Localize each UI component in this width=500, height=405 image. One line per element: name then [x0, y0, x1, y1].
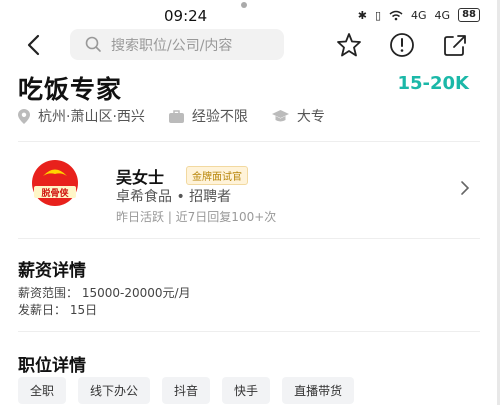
status-bar: 09:24 ✱ ▯ 4G 4G 88 [0, 0, 500, 30]
battery-icon: 88 [458, 8, 480, 22]
avatar-text: 脱骨侠 [41, 187, 69, 199]
share-icon[interactable] [441, 31, 469, 59]
warning-icon[interactable] [388, 31, 416, 59]
education-tag: 大专 [271, 106, 325, 126]
divider [18, 331, 480, 332]
graduation-cap-icon [271, 109, 289, 121]
chevron-right-icon[interactable] [460, 180, 470, 196]
company-logo-avatar[interactable]: 脱骨侠 [26, 159, 84, 207]
search-input[interactable]: 搜索职位/公司/内容 [70, 29, 284, 60]
job-title: 吃饭专家 [18, 75, 123, 104]
salary-details-heading: 薪资详情 [18, 261, 86, 281]
location-tag: 杭州·萧山区·西兴 [18, 106, 145, 126]
wifi-icon [389, 10, 403, 20]
experience-text: 经验不限 [191, 109, 248, 125]
briefcase-icon [168, 109, 184, 123]
education-text: 大专 [296, 109, 325, 125]
recruiter-company: 卓希食品 • 招聘者 [116, 189, 232, 205]
chip-live-selling: 直播带货 [282, 377, 355, 404]
signal-icon-1: 4G [411, 8, 427, 22]
divider [18, 141, 480, 142]
job-details-heading: 职位详情 [18, 356, 86, 376]
divider [18, 238, 480, 239]
top-nav: 搜索职位/公司/内容 [0, 29, 500, 60]
location-pin-icon [18, 108, 30, 124]
gold-interviewer-badge: 金牌面试官 [186, 166, 248, 185]
app-screen: 09:24 ✱ ▯ 4G 4G 88 搜索职位/公司/内容 吃饭专家 15-20… [0, 0, 500, 405]
search-placeholder: 搜索职位/公司/内容 [111, 38, 233, 54]
experience-tag: 经验不限 [168, 106, 248, 126]
location-text: 杭州·萧山区·西兴 [38, 109, 145, 125]
status-icons: ✱ ▯ 4G 4G 88 [358, 8, 480, 22]
payday: 发薪日： 15日 [18, 303, 98, 317]
recruiter-activity: 昨日活跃 | 近7日回复100+次 [116, 210, 277, 224]
recruiter-name: 吴女士 [116, 168, 165, 187]
job-detail-chips: 全职 线下办公 抖音 快手 直播带货 [18, 377, 355, 404]
star-icon[interactable] [335, 31, 363, 59]
signal-icon-2: 4G [434, 8, 451, 22]
chip-douyin: 抖音 [162, 377, 211, 404]
chip-kuaishou: 快手 [222, 377, 271, 404]
status-time: 09:24 [164, 7, 208, 25]
job-tags: 杭州·萧山区·西兴 经验不限 大专 [18, 106, 349, 126]
chip-full-time: 全职 [18, 377, 67, 404]
vibrate-icon: ▯ [374, 8, 382, 22]
camera-dot [241, 2, 247, 8]
chip-offline-office: 线下办公 [78, 377, 151, 404]
job-salary: 15-20K [397, 73, 469, 94]
back-arrow-icon[interactable] [22, 32, 48, 58]
search-icon [85, 36, 101, 52]
bluetooth-icon: ✱ [357, 8, 367, 22]
salary-range: 薪资范围： 15000-20000元/月 [18, 286, 191, 300]
